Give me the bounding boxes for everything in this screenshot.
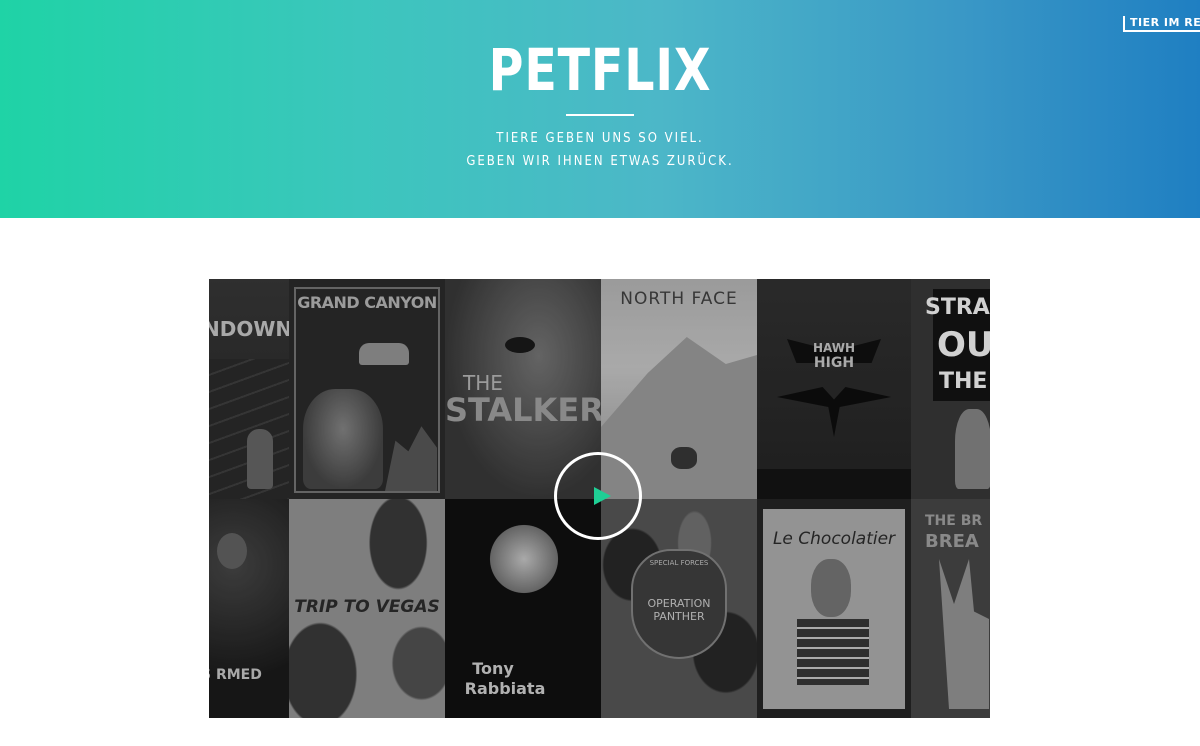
play-button[interactable] [554,452,642,540]
tagline-line-2: GEBEN WIR IHNEN ETWAS ZURÜCK. [466,154,734,169]
tier-im-rec-link[interactable]: TIER IM REC [1123,16,1200,32]
logo-divider [566,114,634,116]
tier-link-label: TIER IM REC [1130,16,1200,29]
play-icon [594,487,611,505]
tagline-line-1: TIERE GEBEN UNS SO VIEL. [496,131,704,146]
petflix-logo[interactable]: PETFLIX [108,36,1092,104]
hero-banner: PETFLIX TIERE GEBEN UNS SO VIEL. GEBEN W… [0,0,1200,218]
